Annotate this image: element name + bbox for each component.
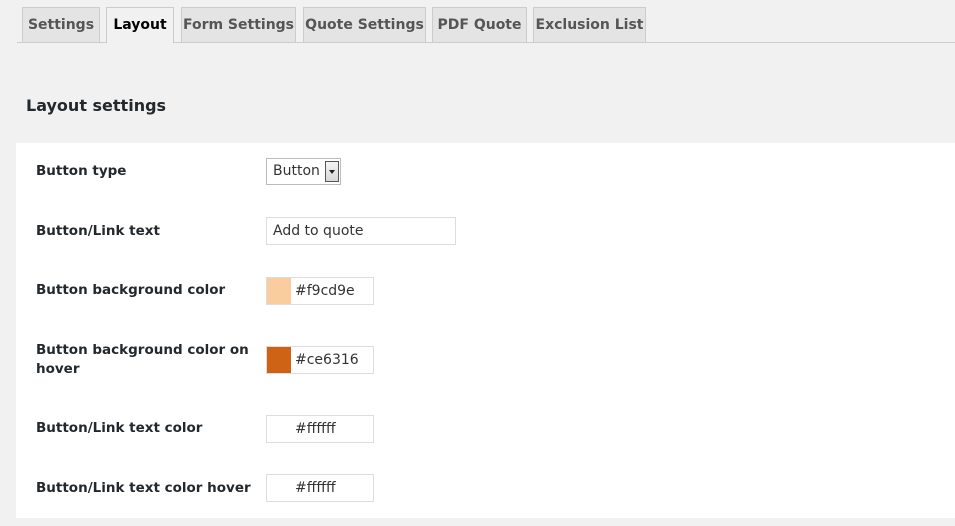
section-title: Layout settings [26, 96, 167, 115]
button-bg-color-hover-picker[interactable]: #ce6316 [266, 346, 374, 374]
button-bg-color-value: #f9cd9e [295, 283, 355, 299]
tab-pdf-quote[interactable]: PDF Quote [432, 7, 527, 42]
button-bg-color-hover-label: Button background color on hover [36, 342, 249, 377]
button-bg-color-label: Button background color [36, 282, 226, 298]
link-text-color-label: Button/Link text color [36, 420, 203, 436]
button-type-label: Button type [36, 163, 127, 179]
layout-settings-page: Settings Layout Form Settings Quote Sett… [0, 0, 955, 526]
button-bg-color-hover-value: #ce6316 [295, 352, 359, 368]
tab-layout[interactable]: Layout [106, 7, 174, 43]
settings-tabs: Settings Layout Form Settings Quote Sett… [0, 0, 955, 43]
link-text-color-hover-picker[interactable]: #ffffff [266, 474, 374, 502]
link-text-color-value: #ffffff [295, 421, 336, 437]
link-text-color-picker[interactable]: #ffffff [266, 415, 374, 443]
tab-quote-settings[interactable]: Quote Settings [303, 7, 426, 42]
chevron-down-icon[interactable] [325, 161, 339, 182]
tab-settings[interactable]: Settings [22, 7, 100, 42]
settings-panel: Button type Button Button/Link text Butt… [16, 143, 955, 518]
button-link-text-label: Button/Link text [36, 223, 160, 239]
link-text-color-hover-label: Button/Link text color hover [36, 480, 251, 496]
button-bg-color-picker[interactable]: #f9cd9e [266, 277, 374, 305]
link-text-color-hover-value: #ffffff [295, 480, 336, 496]
button-type-selected-value: Button [273, 163, 320, 179]
link-text-color-hover-swatch[interactable] [267, 475, 291, 501]
tab-form-settings[interactable]: Form Settings [181, 7, 296, 42]
button-link-text-input[interactable] [266, 217, 456, 245]
tab-exclusion-list[interactable]: Exclusion List [533, 7, 646, 42]
button-type-select[interactable]: Button [266, 158, 341, 185]
button-bg-color-swatch[interactable] [267, 278, 291, 304]
button-bg-color-hover-swatch[interactable] [267, 347, 291, 373]
link-text-color-swatch[interactable] [267, 416, 291, 442]
